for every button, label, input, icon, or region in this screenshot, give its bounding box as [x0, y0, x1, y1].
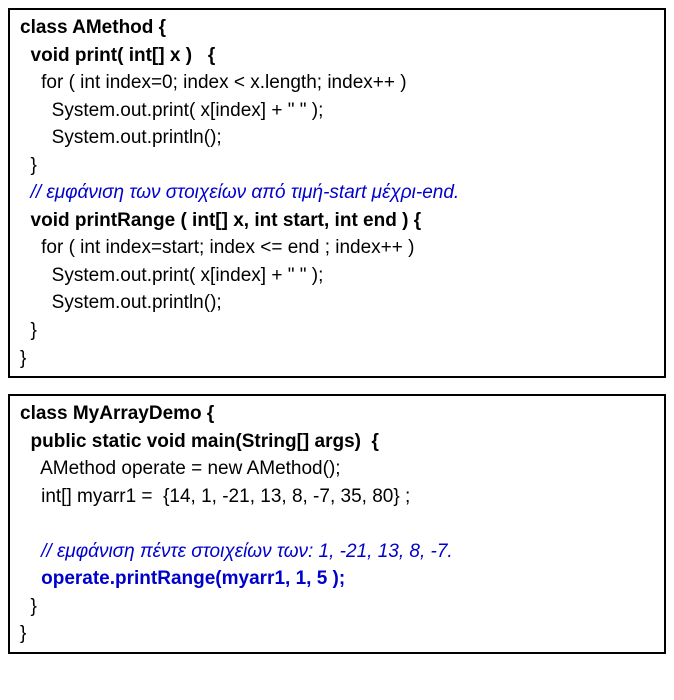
code-line: }	[20, 620, 654, 648]
code-line: void print( int[] x ) {	[20, 42, 654, 70]
code-comment: // εμφάνιση των στοιχείων από τιμή-start…	[20, 179, 654, 207]
code-line-highlight: operate.printRange(myarr1, 1, 5 );	[20, 565, 654, 593]
code-line: System.out.println();	[20, 124, 654, 152]
code-line: System.out.print( x[index] + " " );	[20, 262, 654, 290]
code-line: }	[20, 593, 654, 621]
code-line: System.out.print( x[index] + " " );	[20, 97, 654, 125]
code-line: void printRange ( int[] x, int start, in…	[20, 207, 654, 235]
code-line: for ( int index=start; index <= end ; in…	[20, 234, 654, 262]
code-line: public static void main(String[] args) {	[20, 428, 654, 456]
code-line: System.out.println();	[20, 289, 654, 317]
code-line: class AMethod {	[20, 14, 654, 42]
code-box-myarraydemo: class MyArrayDemo { public static void m…	[8, 394, 666, 654]
code-line: }	[20, 152, 654, 180]
code-line: int[] myarr1 = {14, 1, -21, 13, 8, -7, 3…	[20, 483, 654, 511]
code-line: for ( int index=0; index < x.length; ind…	[20, 69, 654, 97]
code-line	[20, 510, 654, 538]
code-box-amethod: class AMethod { void print( int[] x ) { …	[8, 8, 666, 378]
code-line: }	[20, 345, 654, 373]
code-line: }	[20, 317, 654, 345]
code-line: AMethod operate = new AMethod();	[20, 455, 654, 483]
code-line: class MyArrayDemo {	[20, 400, 654, 428]
code-comment: // εμφάνιση πέντε στοιχείων των: 1, -21,…	[20, 538, 654, 566]
